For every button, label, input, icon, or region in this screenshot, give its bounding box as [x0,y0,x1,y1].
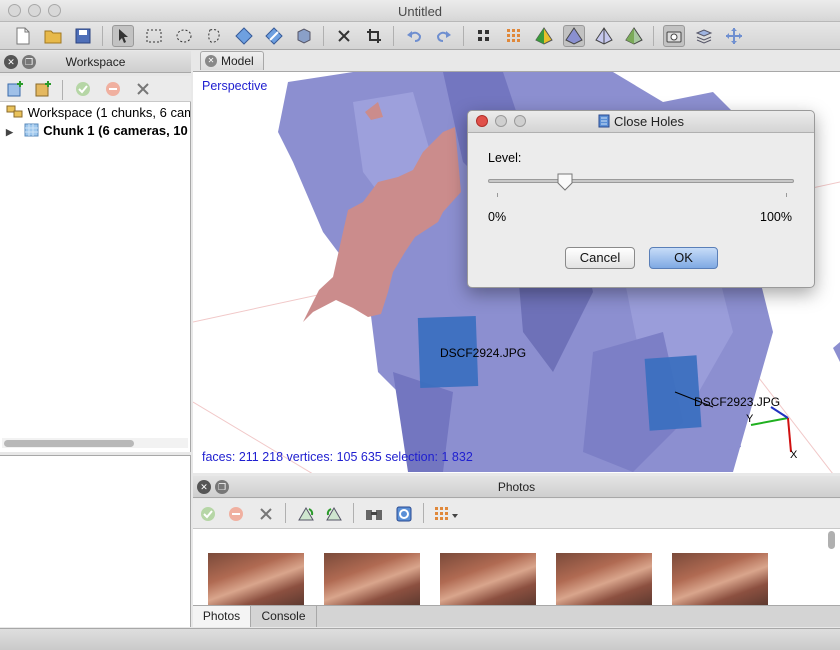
tree-item-chunk[interactable]: ▶ Chunk 1 (6 cameras, 10 markers) [6,122,190,141]
model-solid-icon[interactable] [563,25,585,47]
slider-min-label: 0% [488,210,507,224]
rotate-left-icon[interactable] [323,503,345,525]
photo-thumbnail[interactable] [556,553,652,605]
photo-thumbnail[interactable] [440,553,536,605]
redo-icon[interactable] [433,25,455,47]
scrollbar-thumb[interactable] [4,440,134,447]
bottom-tab-bar: Photos Console [193,605,840,627]
show-cameras-icon[interactable] [663,25,685,47]
add-photos-icon[interactable] [32,78,54,100]
photo-thumbnail[interactable] [324,553,420,605]
rectangle-selection-icon[interactable] [143,25,165,47]
axis-y-label: Y [746,413,754,425]
float-panel-icon[interactable]: ❐ [22,55,36,69]
mesh-stats-text: faces: 211 218 vertices: 105 635 selecti… [202,450,473,464]
close-panel-icon[interactable]: ✕ [197,480,211,494]
chunk-icon [24,123,39,137]
model-wireframe-icon[interactable] [593,25,615,47]
dialog-title: Close Holes [613,114,685,129]
show-region-icon[interactable] [693,25,715,47]
workspace-properties-area [0,455,191,627]
tab-console[interactable]: Console [251,606,317,627]
open-folder-icon[interactable] [42,25,64,47]
delete-selection-icon[interactable] [333,25,355,47]
tab-photos[interactable]: Photos [193,606,251,627]
free-form-selection-icon[interactable] [203,25,225,47]
reset-view-icon[interactable] [723,25,745,47]
rotate-region-icon[interactable] [293,25,315,47]
crop-selection-icon[interactable] [363,25,385,47]
reset-filter-icon[interactable] [393,503,415,525]
level-slider-thumb[interactable] [557,173,573,191]
camera-label: DSCF2924.JPG [440,346,527,360]
filter-photos-icon[interactable] [363,503,385,525]
enable-cameras-icon[interactable] [72,78,94,100]
select-pointer-icon[interactable] [112,25,134,47]
slider-tick [497,193,498,197]
dialog-close-button[interactable] [476,115,488,127]
view-mode-label: Perspective [202,79,268,93]
photo-thumbnail[interactable] [672,553,768,605]
model-shaded-icon[interactable] [533,25,555,47]
photos-panel-title: Photos [497,480,536,494]
ok-button[interactable]: OK [649,247,718,269]
float-panel-icon[interactable]: ❐ [215,480,229,494]
horizontal-scrollbar[interactable] [2,438,188,448]
circle-selection-icon[interactable] [173,25,195,47]
level-slider-track[interactable] [488,179,794,183]
main-toolbar [0,22,840,50]
resize-region-icon[interactable] [263,25,285,47]
workspace-tree: Workspace (1 chunks, 6 cameras) ▶ Chunk … [0,102,191,452]
axis-x-label: X [790,449,798,461]
enable-photo-icon[interactable] [197,503,219,525]
workspace-panel-title: Workspace [65,55,126,69]
save-icon[interactable] [72,25,94,47]
photo-thumbnail[interactable] [208,553,304,605]
dialog-minimize-button[interactable] [495,115,507,127]
workspace-toolbar [0,76,191,102]
tree-item-label: Workspace (1 chunks, 6 cameras) [27,105,190,120]
photos-panel-header: ✕ ❐ Photos [193,476,840,498]
disable-cameras-icon[interactable] [102,78,124,100]
camera-label: DSCF2923.JPG [694,395,781,409]
point-cloud-icon[interactable] [473,25,495,47]
slider-tick [786,193,787,197]
photos-toolbar [193,499,840,529]
close-tab-icon[interactable]: ✕ [205,55,217,67]
title-bar: Untitled [0,0,840,22]
rotate-right-icon[interactable] [295,503,317,525]
workspace-panel-header: ✕ ❐ Workspace [0,51,191,73]
model-textured-icon[interactable] [623,25,645,47]
app-icon [598,114,610,128]
expand-arrow-icon[interactable]: ▶ [6,123,20,141]
remove-photo-icon[interactable] [255,503,277,525]
vertical-scrollbar[interactable] [828,529,837,605]
tree-item-workspace[interactable]: Workspace (1 chunks, 6 cameras) [6,104,190,122]
slider-max-label: 100% [760,210,792,224]
status-bar [0,628,840,650]
dialog-zoom-button[interactable] [514,115,526,127]
remove-items-icon[interactable] [132,78,154,100]
new-document-icon[interactable] [12,25,34,47]
level-label: Level: [488,151,522,165]
photos-thumbnail-area [193,529,840,605]
add-chunk-icon[interactable] [4,78,26,100]
tab-model[interactable]: ✕ Model [200,51,264,70]
window-title: Untitled [397,4,443,19]
undo-icon[interactable] [403,25,425,47]
close-holes-dialog: Close Holes Level: 0% 100% Cancel OK [467,110,815,288]
workspace-icon [6,105,23,118]
disable-photo-icon[interactable] [225,503,247,525]
tab-model-label: Model [221,54,254,68]
cancel-button[interactable]: Cancel [565,247,635,269]
dense-cloud-icon[interactable] [503,25,525,47]
dialog-title-bar: Close Holes [468,111,814,133]
scrollbar-thumb[interactable] [828,531,835,549]
view-mode-dropdown-icon[interactable] [433,503,463,525]
close-panel-icon[interactable]: ✕ [4,55,18,69]
tree-item-label: Chunk 1 (6 cameras, 10 markers) [43,123,190,138]
move-region-icon[interactable] [233,25,255,47]
